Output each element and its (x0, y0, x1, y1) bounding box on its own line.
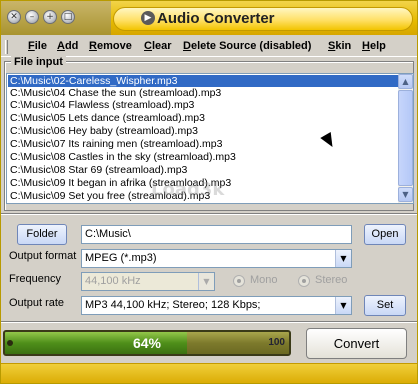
watermark-logo: Load3k (151, 179, 225, 200)
menu-remove[interactable]: Remove (89, 40, 132, 52)
output-format-value: MPEG (*.mp3) (85, 252, 157, 264)
menu-bar: File Add Remove Clear Delete Source (dis… (1, 37, 417, 57)
output-rate-label: Output rate (9, 297, 65, 309)
divider (1, 321, 417, 323)
frequency-select[interactable]: 44,100 kHz ▼ (81, 272, 215, 291)
list-item[interactable]: C:\Music\08 Star 69 (streamload).mp3 (8, 164, 398, 176)
chevron-down-icon[interactable]: ▼ (198, 273, 214, 290)
mono-radio[interactable] (233, 275, 245, 287)
set-button[interactable]: Set (364, 295, 406, 316)
frequency-value: 44,100 kHz (85, 275, 141, 287)
list-item[interactable]: C:\Music\02-Careless_Wispher.mp3 (8, 75, 398, 87)
chevron-down-icon[interactable]: ▼ (335, 250, 351, 267)
output-format-select[interactable]: MPEG (*.mp3) ▼ (81, 249, 352, 268)
menu-clear[interactable]: Clear (144, 40, 172, 52)
scroll-up-icon[interactable]: ▲ (398, 74, 413, 89)
list-item[interactable]: C:\Music\04 Flawless (streamload).mp3 (8, 99, 398, 111)
list-item[interactable]: C:\Music\08 Castles in the sky (streamlo… (8, 151, 398, 163)
vertical-scrollbar[interactable]: ▲ ▼ (398, 74, 413, 203)
output-rate-select[interactable]: MP3 44,100 kHz; Stereo; 128 Kbps; ▼ (81, 296, 352, 315)
list-item[interactable]: C:\Music\06 Hey baby (streamload).mp3 (8, 125, 398, 137)
frequency-label: Frequency (9, 273, 61, 285)
bottom-strip (1, 363, 417, 383)
folder-path-field[interactable]: C:\Music\ (81, 225, 352, 244)
convert-button[interactable]: Convert (306, 328, 407, 359)
title-bar[interactable]: ✕ – + □ ▶ Audio Converter (1, 1, 417, 35)
stereo-radio[interactable] (298, 275, 310, 287)
chevron-down-icon[interactable]: ▼ (335, 297, 351, 314)
minimize-icon[interactable]: – (25, 10, 39, 24)
list-item[interactable]: C:\Music\07 Its raining men (streamload)… (8, 138, 398, 150)
list-item[interactable]: C:\Music\04 Chase the sun (streamload).m… (8, 87, 398, 99)
maximize-icon[interactable]: □ (61, 10, 75, 24)
menu-file[interactable]: File (28, 40, 47, 52)
file-input-label: File input (11, 56, 66, 68)
menu-skin[interactable]: Skin (328, 40, 351, 52)
divider (1, 213, 417, 215)
menu-help[interactable]: Help (362, 40, 386, 52)
scroll-down-icon[interactable]: ▼ (398, 187, 413, 202)
folder-button[interactable]: Folder (17, 224, 67, 245)
progress-percent: 64% (132, 335, 162, 351)
output-rate-value: MP3 44,100 kHz; Stereo; 128 Kbps; (85, 299, 261, 311)
progress-end-label: 100 (268, 337, 285, 348)
mono-label: Mono (250, 274, 278, 286)
restore-icon[interactable]: + (43, 10, 57, 24)
audio-converter-window: ✕ – + □ ▶ Audio Converter File Add Remov… (0, 0, 418, 384)
menu-grip (5, 40, 8, 54)
open-button[interactable]: Open (364, 224, 406, 245)
window-title: Audio Converter (157, 10, 275, 27)
menu-delete-source[interactable]: Delete Source (disabled) (183, 40, 311, 52)
play-arrow-icon: ▶ (141, 11, 155, 25)
progress-bar: 64% 100 (3, 330, 291, 356)
menu-add[interactable]: Add (57, 40, 78, 52)
scroll-thumb[interactable] (398, 90, 413, 186)
stereo-label: Stereo (315, 274, 348, 286)
output-format-label: Output format (9, 250, 77, 262)
list-item[interactable]: C:\Music\05 Lets dance (streamload).mp3 (8, 112, 398, 124)
close-icon[interactable]: ✕ (7, 10, 21, 24)
